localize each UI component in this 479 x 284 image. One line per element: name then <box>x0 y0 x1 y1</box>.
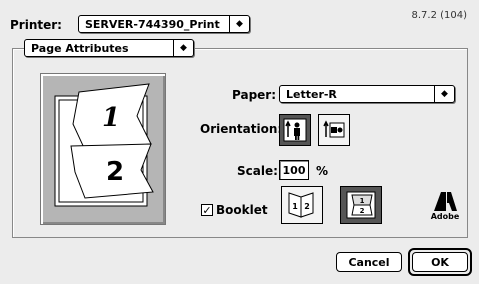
adobe-logo-text: Adobe <box>430 212 460 221</box>
booklet-checkbox[interactable]: ✓ <box>201 204 213 216</box>
orientation-portrait-button[interactable] <box>279 114 311 146</box>
booklet-label: Booklet <box>216 203 268 217</box>
scale-label: Scale: <box>237 164 278 178</box>
svg-text:2: 2 <box>360 207 365 215</box>
orientation-label: Orientation: <box>200 122 283 136</box>
paper-popup[interactable]: Letter-R ◆ <box>279 85 455 103</box>
landscape-icon <box>323 120 345 138</box>
svg-text:1: 1 <box>360 197 365 205</box>
ok-button[interactable]: OK <box>412 252 468 272</box>
svg-text:1: 1 <box>292 202 298 211</box>
page-preview: 1 2 <box>40 73 166 225</box>
panel-popup[interactable]: Page Attributes ◆ <box>24 39 194 57</box>
panel-value: Page Attributes <box>31 41 129 55</box>
booklet-preview-icon: 1 2 <box>54 83 154 207</box>
popup-arrows-icon: ◆ <box>173 40 193 56</box>
scale-unit: % <box>316 164 329 178</box>
printer-label: Printer: <box>10 18 62 32</box>
cancel-button[interactable]: Cancel <box>336 252 402 272</box>
preview-page-2: 2 <box>106 157 124 187</box>
orientation-landscape-button[interactable] <box>318 114 350 146</box>
printer-popup[interactable]: SERVER-744390_Print ◆ <box>78 15 250 33</box>
svg-text:2: 2 <box>304 202 310 211</box>
popup-arrows-icon: ◆ <box>434 86 454 102</box>
portrait-icon <box>283 118 307 142</box>
paper-value: Letter-R <box>286 87 337 101</box>
version-label: 8.7.2 (104) <box>411 10 467 21</box>
preview-page-1: 1 <box>102 103 120 133</box>
printer-value: SERVER-744390_Print <box>85 17 220 31</box>
popup-arrows-icon: ◆ <box>229 16 249 32</box>
scale-input[interactable]: 100 <box>279 160 309 180</box>
booklet-left-binding-button[interactable]: 1 2 <box>281 186 323 224</box>
booklet-top-binding-icon: 1 2 <box>346 191 376 219</box>
booklet-left-binding-icon: 1 2 <box>288 192 314 218</box>
booklet-top-binding-button[interactable]: 1 2 <box>340 186 382 224</box>
paper-label: Paper: <box>232 88 277 102</box>
adobe-logo-icon <box>434 192 457 211</box>
adobe-logo: Adobe <box>428 190 462 228</box>
